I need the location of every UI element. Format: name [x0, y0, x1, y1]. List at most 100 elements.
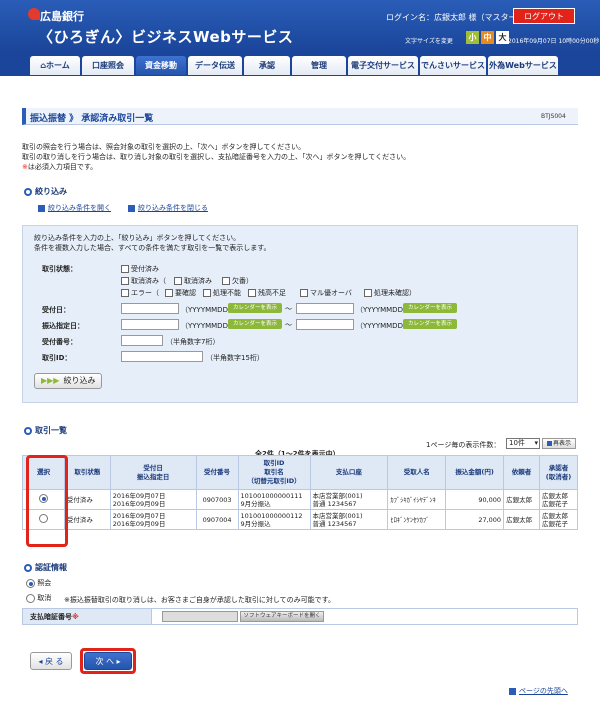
- tx-id-input[interactable]: [121, 351, 203, 362]
- bank-name: 広島銀行: [40, 10, 84, 23]
- col-accept-no: 受付番号: [195, 455, 239, 490]
- next-button-highlight: [80, 648, 136, 674]
- transfer-date-label: 振込指定日：: [42, 322, 84, 330]
- table-header-row: 選択 取引状態 受付日 振込指定日 受付番号 取引ID 取引名 （切替元取引ID） 支…: [22, 455, 579, 490]
- transfer-date-from-calendar-button[interactable]: カレンダーを表示: [228, 319, 282, 329]
- status-label: 取引状態：: [42, 265, 77, 273]
- row-dates: 2016年09月07日 2016年09月09日: [109, 509, 197, 530]
- tab-home[interactable]: ⌂ホーム: [30, 56, 80, 75]
- filter-help: 絞り込み条件を入力の上、「絞り込み」ボタンを押してください。: [34, 234, 241, 242]
- table-row: 受付済み 2016年09月07日 2016年09月09日 0907003 1010…: [22, 489, 579, 510]
- table-row: 受付済み 2016年09月07日 2016年09月09日 0907004 1010…: [22, 509, 579, 530]
- tab-management[interactable]: 管理: [292, 56, 346, 75]
- status-insufficient-checkbox[interactable]: 残高不足: [248, 288, 286, 298]
- accept-date-label: 受付日：: [42, 306, 70, 314]
- auth-cancel-radio[interactable]: 取消: [26, 593, 51, 603]
- status-missing-checkbox[interactable]: 欠番）: [222, 276, 253, 286]
- font-size-label: 文字サイズを変更: [405, 38, 453, 45]
- col-account: 支払口座: [309, 455, 389, 490]
- transfer-date-to-calendar-button[interactable]: カレンダーを表示: [403, 319, 457, 329]
- col-requester: 依頼者: [503, 455, 540, 490]
- row-status: 受付済み: [63, 509, 111, 530]
- status-cancelled-checkbox[interactable]: 取消済み（: [121, 276, 166, 286]
- row-approver: 広銀太郎 広銀花子: [538, 489, 579, 510]
- service-name: 〈ひろぎん〉ビジネスWebサービス: [38, 28, 294, 46]
- font-small-button[interactable]: 小: [466, 31, 479, 44]
- tab-account-inquiry[interactable]: 口座照会: [82, 56, 134, 75]
- tab-electronic-delivery[interactable]: 電子交付サービス: [348, 56, 418, 75]
- status-accepted-checkbox[interactable]: 受付済み: [121, 264, 159, 274]
- status-error-checkbox[interactable]: エラー（: [121, 288, 159, 298]
- row-approver: 広銀太郎 広銀花子: [538, 509, 579, 530]
- status-unprocessable-checkbox[interactable]: 処理不能: [203, 288, 241, 298]
- screen-id: BTJS004: [541, 113, 566, 120]
- accept-date-to-input[interactable]: [296, 303, 354, 314]
- tab-densai[interactable]: でんさいサービス: [420, 56, 486, 75]
- date-format-hint: （YYYYMMDD）: [181, 306, 235, 314]
- tx-id-hint: （半角数字15桁）: [206, 354, 264, 362]
- transaction-table: 選択 取引状態 受付日 振込指定日 受付番号 取引ID 取引名 （切替元取引ID） 支…: [22, 455, 579, 530]
- chevron-down-icon: ▾: [534, 439, 538, 447]
- pin-label: 支払暗証番号※: [30, 613, 79, 621]
- plus-icon: [38, 204, 45, 212]
- row-amount: 90,000: [445, 489, 505, 510]
- accept-date-from-calendar-button[interactable]: カレンダーを表示: [228, 303, 282, 313]
- row-recipient: ﾋﾛｷﾞﾝｹﾝｾﾂｶﾌﾞ: [387, 509, 447, 530]
- transfer-date-to-input[interactable]: [296, 319, 354, 330]
- page-top-link[interactable]: ページの先頭へ: [509, 686, 568, 696]
- select-column-highlight: [26, 455, 68, 547]
- status-pending-checkbox[interactable]: 要確認: [165, 288, 196, 298]
- filter-open-link[interactable]: 絞り込み条件を開く: [38, 203, 111, 213]
- cancel-note: ※振込振替取引の取り消しは、お客さまご自身が承認した取引に対してのみ可能です。: [64, 596, 335, 604]
- per-page-select[interactable]: 10件 ▾: [506, 438, 540, 449]
- section-bullet-icon: [24, 563, 32, 572]
- login-datetime: 2016年09月07日 10時00分00秒: [508, 38, 600, 45]
- filter-close-link[interactable]: 絞り込み条件を閉じる: [128, 203, 208, 213]
- arrow-up-icon: [509, 687, 516, 695]
- soft-keyboard-button[interactable]: ソフトウェアキーボードを開く: [240, 611, 324, 622]
- accept-no-input[interactable]: [121, 335, 163, 346]
- tab-data-transmission[interactable]: データ伝送: [188, 56, 242, 75]
- tab-fund-transfer[interactable]: 資金移動: [136, 56, 186, 75]
- accept-date-from-input[interactable]: [121, 303, 179, 314]
- range-separator: 〜: [285, 305, 292, 313]
- row-accept-no: 0907004: [195, 509, 239, 530]
- filter-submit-button[interactable]: ▶▶▶ 絞り込み: [34, 373, 102, 389]
- status-cancel-done-checkbox[interactable]: 取消済み: [174, 276, 212, 286]
- font-medium-button[interactable]: 中: [481, 31, 494, 44]
- tab-forex[interactable]: 外為Webサービス: [488, 56, 558, 75]
- tab-approval[interactable]: 承認: [244, 56, 290, 75]
- accept-date-to-calendar-button[interactable]: カレンダーを表示: [403, 303, 457, 313]
- col-amount: 振込金額(円): [445, 455, 505, 490]
- row-tx-id: 101001000000112 9月分振込: [237, 509, 311, 530]
- row-tx-id: 101001000000111 9月分振込: [237, 489, 311, 510]
- pin-input[interactable]: [162, 611, 238, 622]
- instruction-line: 取引の照会を行う場合は、照会対象の取引を選択の上、「次へ」ボタンを押してください…: [22, 143, 306, 151]
- accept-no-label: 受付番号：: [42, 338, 77, 346]
- list-heading: 取引一覧: [24, 425, 67, 436]
- auth-heading: 認証情報: [24, 562, 67, 573]
- row-amount: 27,000: [445, 509, 505, 530]
- row-accept-no: 0907003: [195, 489, 239, 510]
- transfer-date-from-input[interactable]: [121, 319, 179, 330]
- col-dates: 受付日 振込指定日: [109, 455, 197, 490]
- section-bullet-icon: [24, 187, 32, 196]
- col-tx-id: 取引ID 取引名 （切替元取引ID）: [237, 455, 311, 490]
- page-title: 振込振替 》 承認済み取引一覧: [30, 114, 154, 124]
- logout-button[interactable]: ログアウト: [513, 8, 575, 24]
- play-icon: [546, 441, 552, 446]
- status-unconfirmed-checkbox[interactable]: 処理未確認）: [364, 288, 416, 298]
- filter-help: 条件を複数入力した場合、すべての条件を満たす取引を一覧で表示します。: [34, 244, 271, 252]
- row-requester: 広銀太郎: [503, 489, 540, 510]
- row-requester: 広銀太郎: [503, 509, 540, 530]
- status-multi-over-checkbox[interactable]: マル優オーバ: [300, 288, 352, 298]
- col-approver: 承認者 (取消者): [538, 455, 579, 490]
- redisplay-button[interactable]: 再表示: [542, 438, 576, 449]
- minus-icon: [128, 204, 135, 212]
- date-format-hint: （YYYYMMDD）: [181, 322, 235, 330]
- back-button[interactable]: ◂ 戻 る: [30, 652, 72, 670]
- auth-inquiry-radio[interactable]: 照会: [26, 578, 51, 588]
- row-status: 受付済み: [63, 489, 111, 510]
- required-note: ※は必須入力項目です。: [22, 163, 98, 171]
- tx-id-label: 取引ID：: [42, 354, 72, 362]
